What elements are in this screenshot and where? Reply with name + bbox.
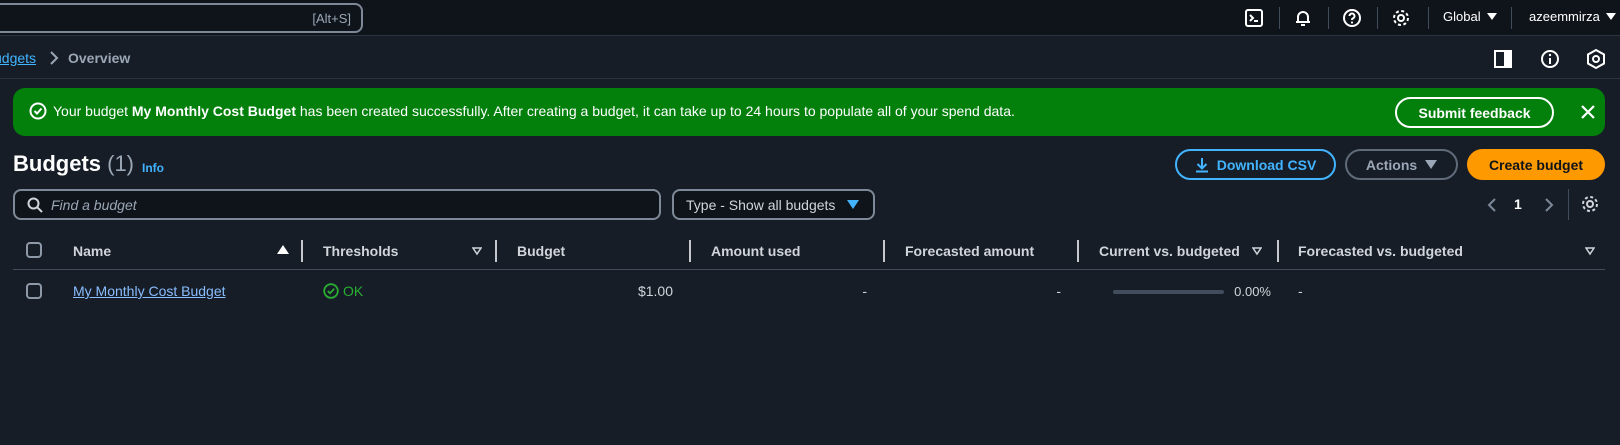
create-budget-button[interactable]: Create budget: [1467, 149, 1605, 180]
actions-label: Actions: [1365, 156, 1418, 173]
table-header: Name Thresholds Budget Amount used Forec…: [13, 235, 1605, 270]
sort-icon[interactable]: [1252, 246, 1262, 256]
search-input[interactable]: [51, 195, 641, 215]
breadcrumb-current: Overview: [68, 50, 131, 66]
threshold-status-label: OK: [343, 283, 364, 299]
help-icon[interactable]: [1340, 6, 1364, 30]
nav-divider: [1279, 7, 1280, 29]
forecasted-amount: -: [1056, 283, 1061, 299]
current-page[interactable]: 1: [1514, 196, 1522, 212]
success-flashbar: Your budget My Monthly Cost Budget has b…: [13, 88, 1605, 136]
breadcrumb-bar: udgets Overview: [0, 37, 1620, 79]
create-budget-label: Create budget: [1488, 156, 1584, 173]
budget-count: (1): [107, 151, 135, 176]
submit-feedback-button[interactable]: Submit feedback: [1395, 97, 1554, 128]
account-label: azeemmirza: [1529, 9, 1600, 24]
cloudshell-icon[interactable]: [1242, 6, 1266, 30]
pagination-divider: [1568, 189, 1569, 220]
global-search-input[interactable]: [Alt+S]: [0, 3, 363, 33]
sort-icon[interactable]: [1585, 246, 1595, 256]
budget-amount: $1.00: [637, 283, 673, 299]
chevron-right-icon: [50, 51, 59, 65]
column-resizer[interactable]: [883, 240, 885, 262]
search-shortcut-hint: [Alt+S]: [312, 11, 351, 26]
forecasted-vs-budgeted-value: -: [1298, 283, 1303, 299]
download-csv-button[interactable]: Download CSV: [1175, 149, 1336, 180]
threshold-status: OK: [323, 283, 363, 299]
sort-icon[interactable]: [472, 246, 482, 256]
region-label: Global: [1443, 9, 1481, 24]
row-select-checkbox[interactable]: [26, 283, 42, 299]
download-csv-label: Download CSV: [1216, 156, 1317, 173]
bell-icon[interactable]: [1291, 6, 1315, 30]
split-panel-icon[interactable]: [1492, 48, 1514, 70]
page-title: Budgets (1): [13, 151, 135, 176]
gear-icon[interactable]: [1580, 194, 1600, 214]
column-resizer[interactable]: [1277, 240, 1279, 262]
shield-icon[interactable]: [1585, 48, 1607, 70]
check-circle-icon: [323, 283, 339, 299]
type-filter-label: Type - Show all budgets: [686, 196, 836, 213]
chevron-right-icon[interactable]: [1542, 195, 1556, 215]
search-icon: [27, 197, 43, 213]
column-resizer[interactable]: [689, 240, 691, 262]
breadcrumb-budgets-link[interactable]: udgets: [0, 50, 36, 66]
top-navigation: [Alt+S] Global azeemmirza: [0, 0, 1620, 36]
current-vs-budgeted-progress-bar: [1113, 290, 1224, 294]
amount-used: -: [862, 283, 867, 299]
region-selector[interactable]: Global: [1443, 9, 1497, 24]
nav-divider: [1328, 7, 1329, 29]
actions-dropdown-button[interactable]: Actions: [1345, 149, 1458, 180]
column-header-budget[interactable]: Budget: [517, 243, 565, 259]
chevron-down-icon: [1605, 13, 1616, 20]
column-resizer[interactable]: [301, 240, 303, 262]
info-icon[interactable]: [1539, 48, 1561, 70]
select-all-checkbox[interactable]: [26, 242, 42, 258]
table-row: My Monthly Cost Budget OK $1.00 - - 0.00…: [13, 271, 1605, 311]
close-icon[interactable]: [1577, 101, 1599, 123]
flash-budget-name: My Monthly Cost Budget: [131, 103, 296, 119]
chevron-down-icon: [1486, 13, 1497, 20]
nav-divider: [1428, 7, 1429, 29]
budget-name-link[interactable]: My Monthly Cost Budget: [73, 283, 226, 299]
nav-divider: [1377, 7, 1378, 29]
find-budget-field[interactable]: [13, 189, 661, 220]
sort-ascending-icon[interactable]: [277, 245, 289, 254]
type-filter-select[interactable]: Type - Show all budgets: [672, 189, 875, 220]
column-header-forecasted-amount[interactable]: Forecasted amount: [905, 243, 1034, 259]
flash-message: Your budget My Monthly Cost Budget has b…: [53, 103, 1015, 119]
column-resizer[interactable]: [1077, 240, 1079, 262]
info-link[interactable]: Info: [142, 161, 164, 175]
chevron-down-icon: [1425, 160, 1438, 169]
chevron-down-icon: [847, 200, 860, 209]
download-icon: [1195, 157, 1208, 172]
column-header-current-vs-budgeted[interactable]: Current vs. budgeted: [1099, 243, 1240, 259]
gear-icon[interactable]: [1389, 6, 1413, 30]
column-header-name[interactable]: Name: [73, 243, 111, 259]
column-header-thresholds[interactable]: Thresholds: [323, 243, 398, 259]
current-vs-budgeted-value: 0.00%: [1234, 284, 1271, 299]
chevron-left-icon[interactable]: [1485, 195, 1499, 215]
column-header-forecasted-vs-budgeted[interactable]: Forecasted vs. budgeted: [1298, 243, 1463, 259]
nav-divider: [1511, 7, 1512, 29]
check-circle-icon: [29, 102, 47, 120]
column-resizer[interactable]: [495, 240, 497, 262]
column-header-amount-used[interactable]: Amount used: [711, 243, 800, 259]
account-menu[interactable]: azeemmirza: [1529, 9, 1616, 24]
